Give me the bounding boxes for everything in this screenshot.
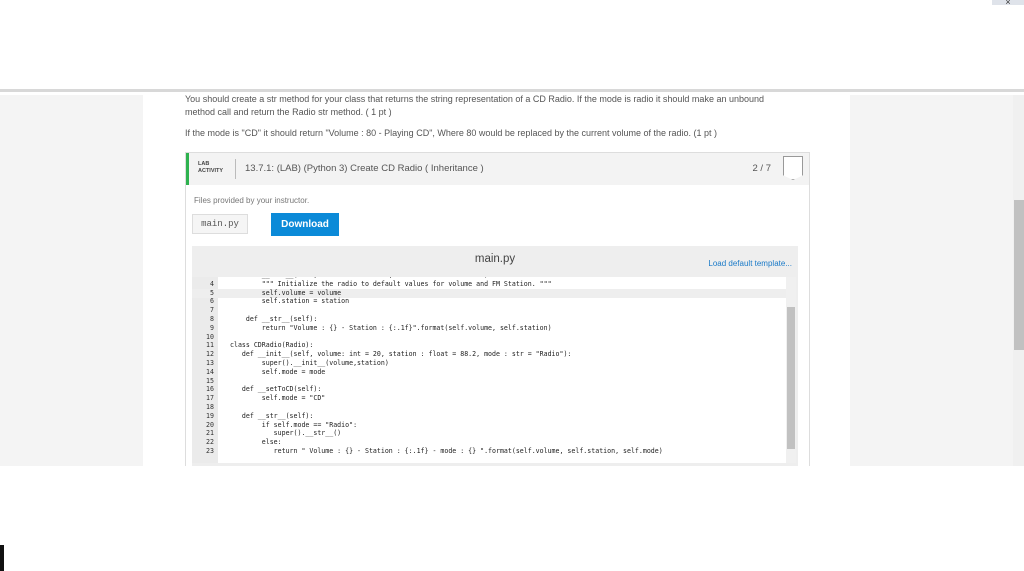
line-number: 11 [206, 341, 214, 350]
code-text: return " Volume : {} - Station : {:.1f} … [230, 447, 663, 455]
line-number: 20 [206, 420, 214, 429]
line-number: 8 [210, 315, 214, 323]
line-number: 23 [206, 447, 214, 455]
page-scrollbar-thumb[interactable] [1014, 200, 1024, 350]
code-line: 6 self.station = station [192, 297, 786, 306]
code-line: 18 [192, 403, 786, 412]
lab-tag: LAB ACTIVITY [198, 161, 223, 175]
line-number: 22 [206, 438, 214, 447]
editor-scrollbar-thumb[interactable] [787, 307, 795, 449]
lab-tag-line: ACTIVITY [198, 168, 224, 174]
editor-scrollbar[interactable] [786, 277, 796, 463]
close-button[interactable]: × [992, 0, 1024, 7]
code-text: class CDRadio(Radio): [230, 341, 314, 350]
code-text: super().__str__() [230, 429, 342, 438]
page: You should create a str method for your … [0, 94, 1013, 467]
line-number: 14 [206, 367, 214, 376]
line-number: 7 [210, 306, 214, 315]
code-text: def __str__(self): [230, 315, 318, 323]
content-column: You should create a str method for your … [143, 94, 850, 467]
files-label: Files provided by your instructor. [194, 196, 310, 205]
code-line: 8 def __str__(self): [192, 315, 786, 324]
lab-header: LAB ACTIVITY 13.7.1: (LAB) (Python 3) Cre… [186, 153, 809, 185]
code-text: self.mode = mode [230, 367, 326, 376]
code-text: def __str__(self): [230, 411, 314, 420]
line-number: 17 [206, 394, 214, 403]
code-line: 14 self.mode = mode [192, 368, 786, 377]
code-text: else: [230, 438, 282, 447]
code-line: 12 def __init__(self, volume: int = 20, … [192, 350, 786, 359]
divider [235, 159, 236, 179]
line-number: 13 [206, 359, 214, 367]
overlay-panel [4, 466, 1024, 571]
line-number: 6 [210, 297, 214, 306]
line-number: 12 [206, 350, 214, 359]
code-line: 4 """ Initialize the radio to default va… [192, 280, 786, 289]
editor-title: main.py [474, 253, 516, 265]
page-scrollbar[interactable] [1013, 95, 1024, 466]
line-number: 10 [206, 332, 214, 341]
code-line: 7 [192, 306, 786, 315]
line-number: 15 [206, 376, 214, 385]
line-number: 4 [210, 279, 214, 288]
taskbar-edge [0, 545, 4, 571]
code-line: 5 self.volume = volume [192, 288, 786, 298]
instruction-text: If the mode is "CD" it should return "Vo… [185, 128, 718, 138]
top-bar: × [0, 0, 1024, 92]
load-default-template-link[interactable]: Load default template... [708, 259, 792, 268]
code-line: 21 super().__str__() [192, 429, 786, 438]
code-line: 17 self.mode = "CD" [192, 394, 786, 403]
code-line: 11 class CDRadio(Radio): [192, 341, 786, 350]
instruction-text: You should create a str method for your … [185, 94, 764, 117]
line-number: 19 [206, 411, 214, 420]
line-number: 21 [206, 429, 214, 438]
code-text: self.mode = "CD" [230, 394, 326, 403]
code-editor: main.py Load default template... 3 def _… [192, 246, 798, 467]
code-text: def __init__(self, volume: int = 20, sta… [230, 350, 572, 359]
code-line: 10 [192, 333, 786, 342]
code-text: def __init__(self, volume : int = 20, st… [230, 277, 492, 279]
code-text: super().__init__(volume,station) [230, 359, 389, 367]
code-line: 15 [192, 377, 786, 386]
lab-tag-line: LAB [198, 161, 210, 167]
code-text: def __setToCD(self): [230, 385, 322, 394]
code-line: 23 return " Volume : {} - Station : {:.1… [192, 447, 786, 456]
code-text: """ Initialize the radio to default valu… [230, 279, 552, 288]
code-text: if self.mode == "Radio": [230, 420, 358, 429]
code-line: 19 def __str__(self): [192, 412, 786, 421]
file-name-chip[interactable]: main.py [192, 214, 248, 234]
code-line: 16 def __setToCD(self): [192, 385, 786, 394]
line-number: 9 [210, 323, 214, 332]
progress-count: 2 / 7 [752, 163, 772, 174]
download-button[interactable]: Download [271, 213, 339, 236]
code-line: 22 else: [192, 438, 786, 447]
line-number: 5 [210, 288, 214, 297]
code-line: 9 return "Volume : {} - Station : {:.1f}… [192, 324, 786, 333]
code-line: 13 super().__init__(volume,station) [192, 359, 786, 368]
line-number: 16 [206, 385, 214, 394]
code-text: self.volume = volume [230, 288, 342, 297]
lab-activity-card: LAB ACTIVITY 13.7.1: (LAB) (Python 3) Cre… [185, 152, 810, 467]
lab-title: 13.7.1: (LAB) (Python 3) Create CD Radio… [245, 163, 484, 174]
completion-badge-icon [783, 156, 803, 180]
code-text: return "Volume : {} - Station : {:.1f}".… [230, 323, 552, 332]
code-text: self.station = station [230, 297, 350, 306]
line-number: 18 [206, 403, 214, 411]
code-line: 20 if self.mode == "Radio": [192, 421, 786, 430]
code-area[interactable]: 3 def __init__(self, volume : int = 20, … [192, 277, 786, 463]
